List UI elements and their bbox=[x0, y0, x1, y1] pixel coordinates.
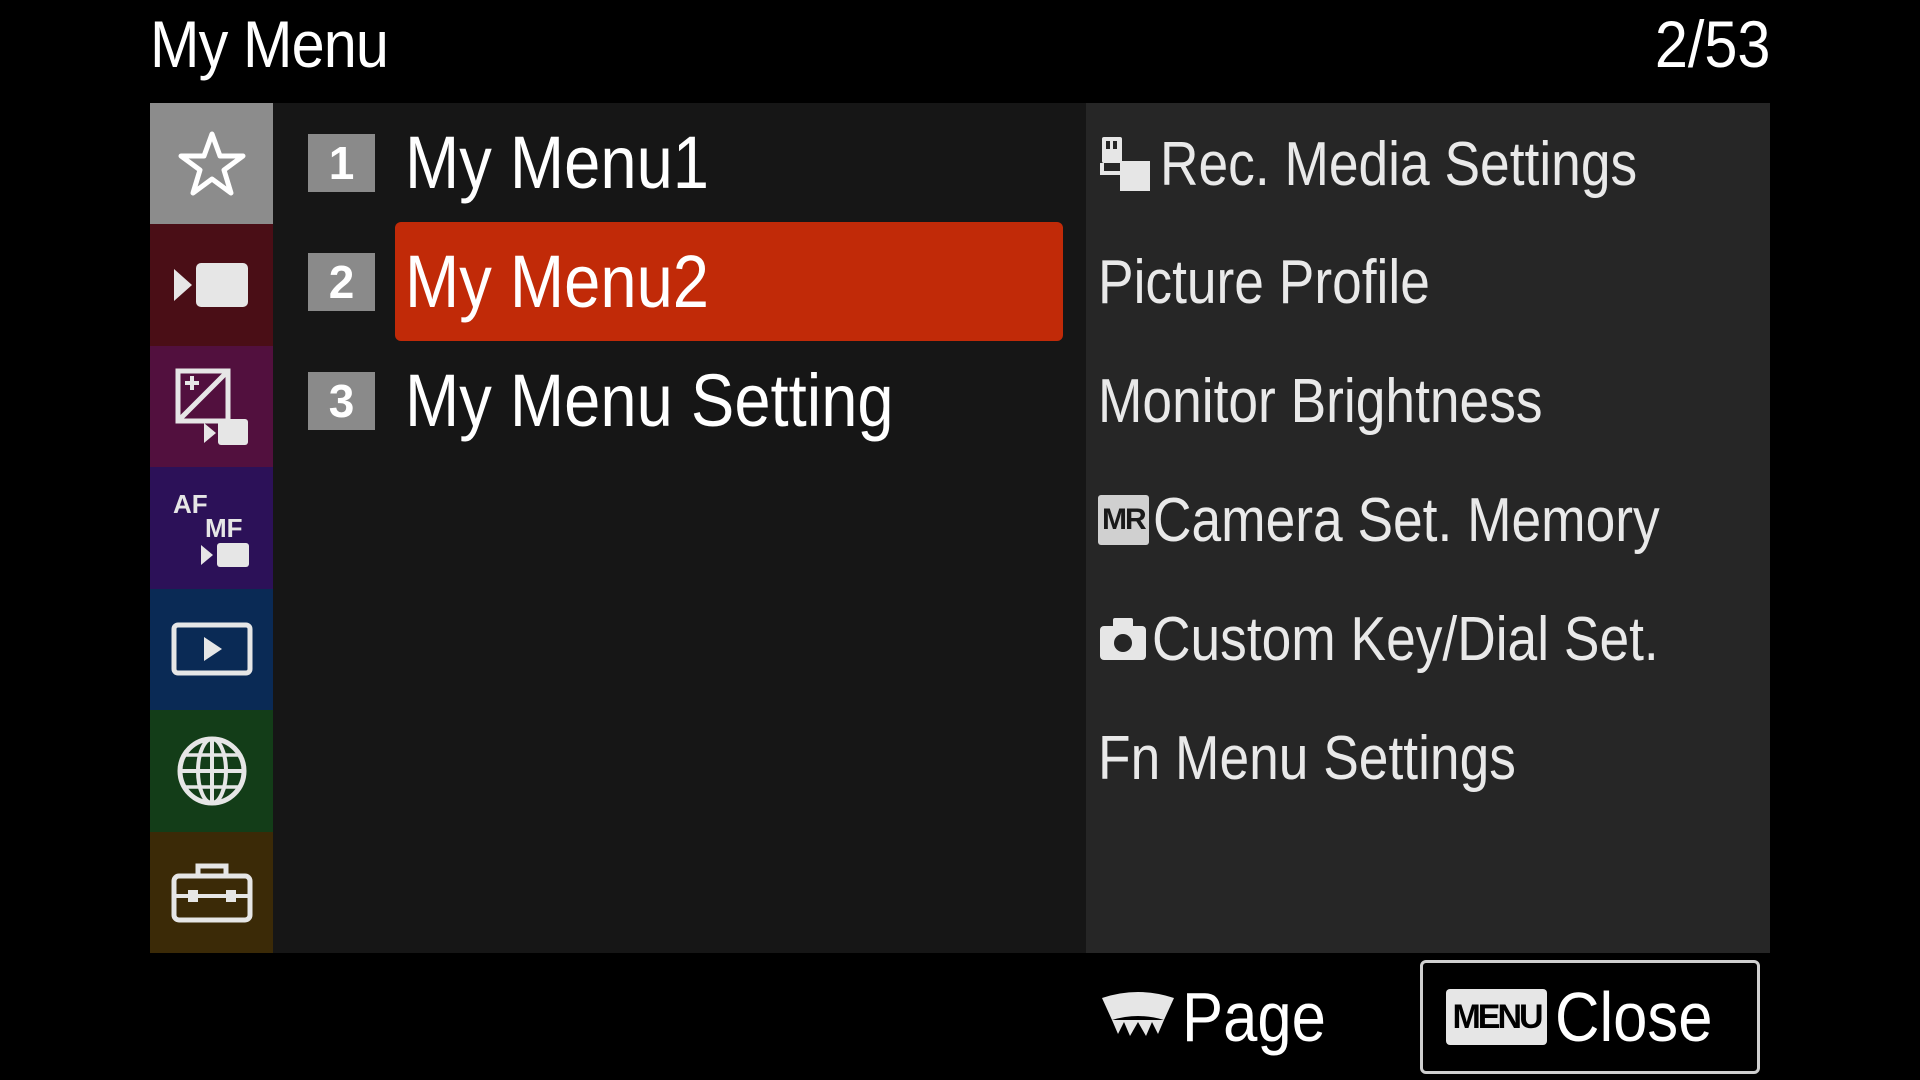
submenu-item-rec-media[interactable]: Rec. Media Settings bbox=[1098, 105, 1770, 223]
row-label: My Menu Setting bbox=[405, 359, 894, 442]
submenu-item-label: Fn Menu Settings bbox=[1098, 723, 1516, 793]
page-hint[interactable]: Page bbox=[1100, 975, 1345, 1059]
row-number-badge: 2 bbox=[308, 253, 375, 311]
tab-focus[interactable]: AF MF bbox=[150, 467, 273, 589]
close-label: Close bbox=[1554, 978, 1713, 1056]
menu-row-my-menu2[interactable]: 2 My Menu2 bbox=[273, 222, 1086, 341]
page-counter: 2/53 bbox=[1654, 7, 1770, 81]
menu-button-icon: MENU bbox=[1446, 989, 1547, 1045]
af-mf-icon: AF MF bbox=[173, 489, 249, 567]
tab-playback[interactable] bbox=[150, 588, 273, 711]
exposure-image-icon bbox=[175, 368, 248, 445]
submenu-item-fn-menu[interactable]: Fn Menu Settings bbox=[1098, 699, 1770, 817]
menu-list: 1 My Menu1 2 My Menu2 3 My Menu Setting bbox=[273, 103, 1086, 953]
playback-icon bbox=[171, 622, 252, 676]
star-icon bbox=[178, 131, 245, 196]
submenu-item-label: Camera Set. Memory bbox=[1152, 485, 1660, 555]
row-label-selected: My Menu2 bbox=[395, 222, 1063, 341]
tab-setup[interactable] bbox=[150, 831, 273, 953]
rec-media-icon bbox=[1100, 137, 1150, 191]
mr-icon: MR bbox=[1098, 495, 1149, 545]
row-label: My Menu1 bbox=[405, 121, 710, 204]
submenu-item-label: Picture Profile bbox=[1098, 247, 1430, 317]
submenu-item-label: Rec. Media Settings bbox=[1160, 129, 1638, 199]
submenu-item-label: Monitor Brightness bbox=[1098, 366, 1543, 436]
menu-row-my-menu1[interactable]: 1 My Menu1 bbox=[273, 103, 1086, 222]
row-number-badge: 1 bbox=[308, 134, 375, 192]
mf-text: MF bbox=[205, 513, 243, 543]
camera-icon bbox=[1100, 618, 1146, 660]
row-number-badge: 3 bbox=[308, 372, 375, 430]
submenu-item-picture-profile[interactable]: Picture Profile bbox=[1098, 223, 1770, 341]
submenu-item-monitor-brightness[interactable]: Monitor Brightness bbox=[1098, 342, 1770, 460]
tab-my-menu[interactable] bbox=[150, 103, 273, 225]
control-wheel-icon bbox=[1102, 992, 1174, 1036]
submenu-item-custom-key[interactable]: Custom Key/Dial Set. bbox=[1098, 580, 1770, 698]
movie-camera-icon bbox=[173, 263, 248, 308]
toolbox-icon bbox=[171, 863, 252, 923]
tab-network[interactable] bbox=[150, 710, 273, 832]
menu-row-my-menu-setting[interactable]: 3 My Menu Setting bbox=[273, 341, 1086, 460]
page-label: Page bbox=[1182, 978, 1326, 1056]
tab-exposure[interactable] bbox=[150, 345, 273, 468]
category-tabs: AF MF bbox=[150, 103, 273, 953]
submenu-preview: Rec. Media Settings Picture Profile Moni… bbox=[1086, 103, 1770, 953]
submenu-item-label: Custom Key/Dial Set. bbox=[1152, 604, 1659, 674]
submenu-item-camera-set-memory[interactable]: MR Camera Set. Memory bbox=[1098, 461, 1770, 579]
globe-icon bbox=[177, 736, 246, 806]
menu-title: My Menu bbox=[150, 7, 389, 81]
af-text: AF bbox=[173, 489, 208, 519]
tab-shooting[interactable] bbox=[150, 224, 273, 346]
close-button[interactable]: MENU Close bbox=[1420, 960, 1760, 1074]
